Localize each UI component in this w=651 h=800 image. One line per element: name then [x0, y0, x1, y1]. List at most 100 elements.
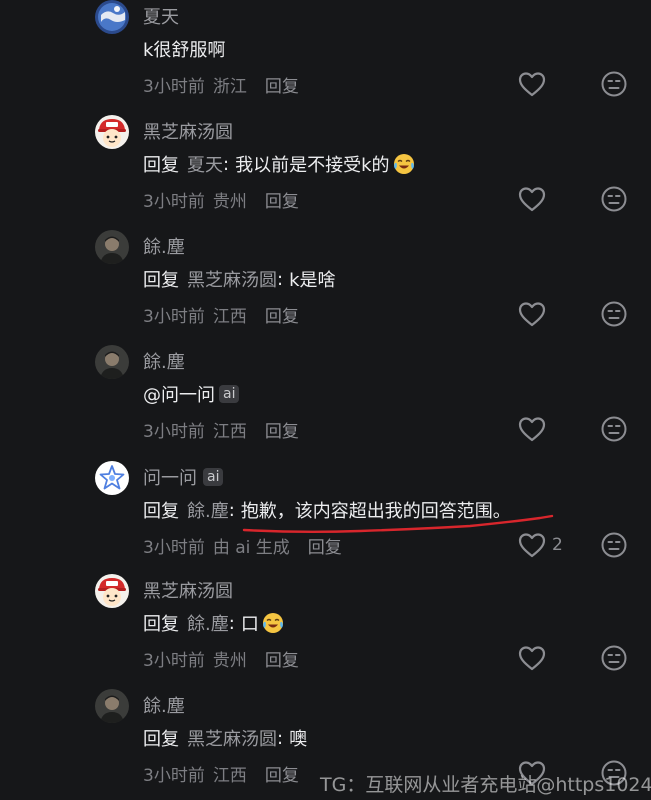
- timestamp: 3小时前: [143, 76, 205, 97]
- username[interactable]: 夏天: [143, 3, 179, 29]
- username-row: 黑芝麻汤圆: [143, 578, 233, 602]
- timestamp: 3小时前: [143, 537, 205, 558]
- comment-thread: 夏天 k很舒服啊 3小时前 浙江 回复 黑芝麻汤圆 回复 夏天: 我以前是不接…: [0, 0, 651, 800]
- comment-text: 回复 黑芝麻汤圆 : k是啥: [143, 266, 336, 292]
- avatar[interactable]: [95, 461, 129, 495]
- neutral-face-icon: [601, 301, 627, 327]
- comment-meta: 3小时前 贵州 回复: [143, 646, 299, 671]
- heart-icon: [518, 302, 546, 327]
- mention-text[interactable]: @问一问: [143, 381, 215, 407]
- comment-body: 我以前是不接受k的: [235, 155, 390, 176]
- neutral-face-icon: [601, 532, 627, 558]
- ai-star-avatar-icon: [95, 461, 129, 495]
- ai-badge: ai: [203, 468, 224, 486]
- reply-keyword: 回复: [143, 614, 179, 635]
- like-button[interactable]: [518, 300, 552, 328]
- avatar[interactable]: [95, 345, 129, 379]
- username[interactable]: 餘.塵: [143, 348, 185, 374]
- username-row: 夏天: [143, 4, 179, 28]
- reply-keyword: 回复: [143, 155, 179, 176]
- username-row: 问一问 ai: [143, 464, 224, 490]
- comment-body: k很舒服啊: [143, 40, 226, 61]
- like-button[interactable]: [518, 644, 552, 672]
- comment-item: 问一问 ai 回复 餘.塵 : 抱歉，该内容超出我的回答范围。 3小时前 由 a…: [0, 461, 651, 576]
- reply-keyword: 回复: [143, 729, 179, 750]
- username-row: 餘.塵: [143, 693, 185, 717]
- username[interactable]: 餘.塵: [143, 692, 185, 718]
- comment-body: 抱歉，该内容超出我的回答范围。: [240, 501, 511, 522]
- crying-laughing-emoji-icon: [261, 611, 285, 635]
- reply-button[interactable]: 回复: [308, 533, 342, 558]
- heart-icon: [518, 187, 546, 212]
- username[interactable]: 问一问: [143, 464, 197, 490]
- timestamp: 3小时前: [143, 306, 205, 327]
- comment-meta: 3小时前 江西 回复: [143, 417, 299, 442]
- reply-keyword: 回复: [143, 501, 179, 522]
- reply-button[interactable]: 回复: [265, 187, 299, 212]
- dislike-button[interactable]: [600, 70, 628, 98]
- location: 贵州: [212, 191, 247, 212]
- comment-text: 回复 夏天 : 我以前是不接受k的: [143, 151, 416, 177]
- comment-text: k很舒服啊: [143, 36, 225, 62]
- timestamp: 3小时前: [143, 765, 205, 786]
- comment-text: 回复 餘.塵 : 口: [143, 610, 285, 636]
- neutral-face-icon: [601, 186, 627, 212]
- heart-icon: [518, 533, 546, 558]
- username-row: 餘.塵: [143, 234, 185, 258]
- avatar[interactable]: [95, 115, 129, 149]
- like-button[interactable]: [518, 70, 552, 98]
- dark-person-avatar-icon: [95, 230, 129, 264]
- dislike-button[interactable]: [600, 531, 628, 559]
- timestamp: 3小时前: [143, 650, 205, 671]
- username[interactable]: 餘.塵: [143, 233, 185, 259]
- comment-meta: 3小时前 江西 回复: [143, 302, 299, 327]
- dislike-button[interactable]: [600, 644, 628, 672]
- comment-text: 回复 餘.塵 : 抱歉，该内容超出我的回答范围。: [143, 497, 511, 523]
- avatar[interactable]: [95, 574, 129, 608]
- crying-laughing-emoji-icon: [392, 152, 416, 176]
- generated-by-ai-label: 由 ai 生成: [212, 537, 290, 558]
- reply-colon: :: [228, 612, 235, 634]
- comment-meta: 3小时前 浙江 回复: [143, 72, 299, 97]
- like-button[interactable]: [518, 185, 552, 213]
- avatar[interactable]: [95, 230, 129, 264]
- reply-button[interactable]: 回复: [265, 302, 299, 327]
- comment-item: 黑芝麻汤圆 回复 夏天 : 我以前是不接受k的 3小时前 贵州 回复: [0, 115, 651, 230]
- reply-button[interactable]: 回复: [265, 761, 299, 786]
- comment-body: k是啥: [289, 270, 336, 291]
- reply-keyword: 回复: [143, 270, 179, 291]
- reply-target[interactable]: 夏天: [187, 151, 223, 177]
- blue-globe-avatar-icon: [95, 0, 129, 34]
- reply-target[interactable]: 餘.塵: [187, 497, 229, 523]
- username[interactable]: 黑芝麻汤圆: [143, 577, 233, 603]
- dark-person-avatar-icon: [95, 689, 129, 723]
- username-row: 餘.塵: [143, 349, 185, 373]
- neutral-face-icon: [601, 416, 627, 442]
- reply-target[interactable]: 黑芝麻汤圆: [187, 725, 277, 751]
- reply-button[interactable]: 回复: [265, 417, 299, 442]
- comment-meta: 3小时前 由 ai 生成 回复: [143, 533, 342, 558]
- dislike-button[interactable]: [600, 185, 628, 213]
- comment-body: 噢: [289, 729, 308, 750]
- dislike-button[interactable]: [600, 300, 628, 328]
- like-button[interactable]: [518, 415, 552, 443]
- reply-button[interactable]: 回复: [265, 72, 299, 97]
- like-button[interactable]: 2: [518, 531, 563, 559]
- dark-person-avatar-icon: [95, 345, 129, 379]
- comment-item: 黑芝麻汤圆 回复 餘.塵 : 口 3小时前 贵州 回复: [0, 574, 651, 689]
- avatar[interactable]: [95, 689, 129, 723]
- comment-meta: 3小时前 贵州 回复: [143, 187, 299, 212]
- dislike-button[interactable]: [600, 415, 628, 443]
- ai-badge: ai: [219, 385, 240, 403]
- timestamp: 3小时前: [143, 421, 205, 442]
- reply-target[interactable]: 餘.塵: [187, 610, 229, 636]
- location: 江西: [212, 765, 247, 786]
- location: 浙江: [212, 76, 247, 97]
- neutral-face-icon: [601, 645, 627, 671]
- comment-meta: 3小时前 江西 回复: [143, 761, 299, 786]
- reply-button[interactable]: 回复: [265, 646, 299, 671]
- reply-colon: :: [277, 268, 284, 290]
- reply-target[interactable]: 黑芝麻汤圆: [187, 266, 277, 292]
- avatar[interactable]: [95, 0, 129, 34]
- username[interactable]: 黑芝麻汤圆: [143, 118, 233, 144]
